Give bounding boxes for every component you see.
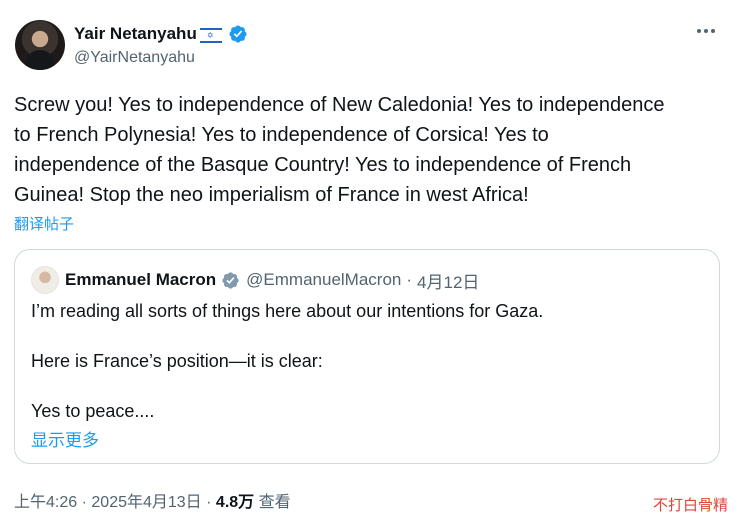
views-label: 查看: [258, 494, 291, 511]
quoted-tweet-header: Emmanuel Macron @EmmanuelMacron · 4月12日: [31, 266, 480, 294]
watermark-text: 不打白骨精: [652, 497, 728, 514]
views-count: 4.8万: [215, 494, 255, 511]
quoted-text-line-1: I’m reading all sorts of things here abo…: [31, 301, 544, 321]
author-name-row: Yair Netanyahu ✡: [74, 22, 248, 46]
quoted-text-line-3: Yes to peace....: [31, 401, 155, 421]
quoted-author-name: Emmanuel Macron: [65, 270, 217, 289]
tweet-date[interactable]: 2025年4月13日: [91, 494, 201, 511]
quoted-text-line-2: Here is France’s position—it is clear:: [31, 351, 323, 371]
quoted-author-handle: @EmmanuelMacron: [246, 270, 402, 289]
quoted-tweet[interactable]: Emmanuel Macron @EmmanuelMacron · 4月12日 …: [14, 249, 720, 464]
separator-dot: ·: [406, 270, 413, 289]
flag-star: ✡: [206, 30, 214, 40]
author-avatar[interactable]: [15, 20, 65, 70]
author-name[interactable]: Yair Netanyahu: [74, 24, 197, 44]
verified-badge-icon: [229, 25, 247, 43]
tweet-metadata: 上午4:26 · 2025年4月13日 · 4.8万 查看: [14, 488, 291, 512]
tweet-header: Yair Netanyahu ✡ @YairNetanyahu: [15, 18, 725, 74]
show-more-link[interactable]: 显示更多: [31, 426, 99, 451]
separator-dot: ·: [206, 494, 212, 511]
more-options-icon[interactable]: [697, 24, 719, 38]
author-handle[interactable]: @YairNetanyahu: [74, 49, 195, 67]
separator-dot: ·: [81, 494, 87, 511]
verified-badge-icon: [222, 271, 239, 289]
israel-flag-icon: ✡: [199, 27, 222, 43]
translate-post-link[interactable]: 翻译帖子: [14, 213, 74, 234]
tweet-time[interactable]: 上午4:26: [14, 494, 77, 511]
tweet-text: Screw you! Yes to independence of New Ca…: [14, 94, 665, 206]
quoted-author-avatar: [31, 266, 59, 294]
quoted-tweet-date: 4月12日: [417, 272, 480, 292]
